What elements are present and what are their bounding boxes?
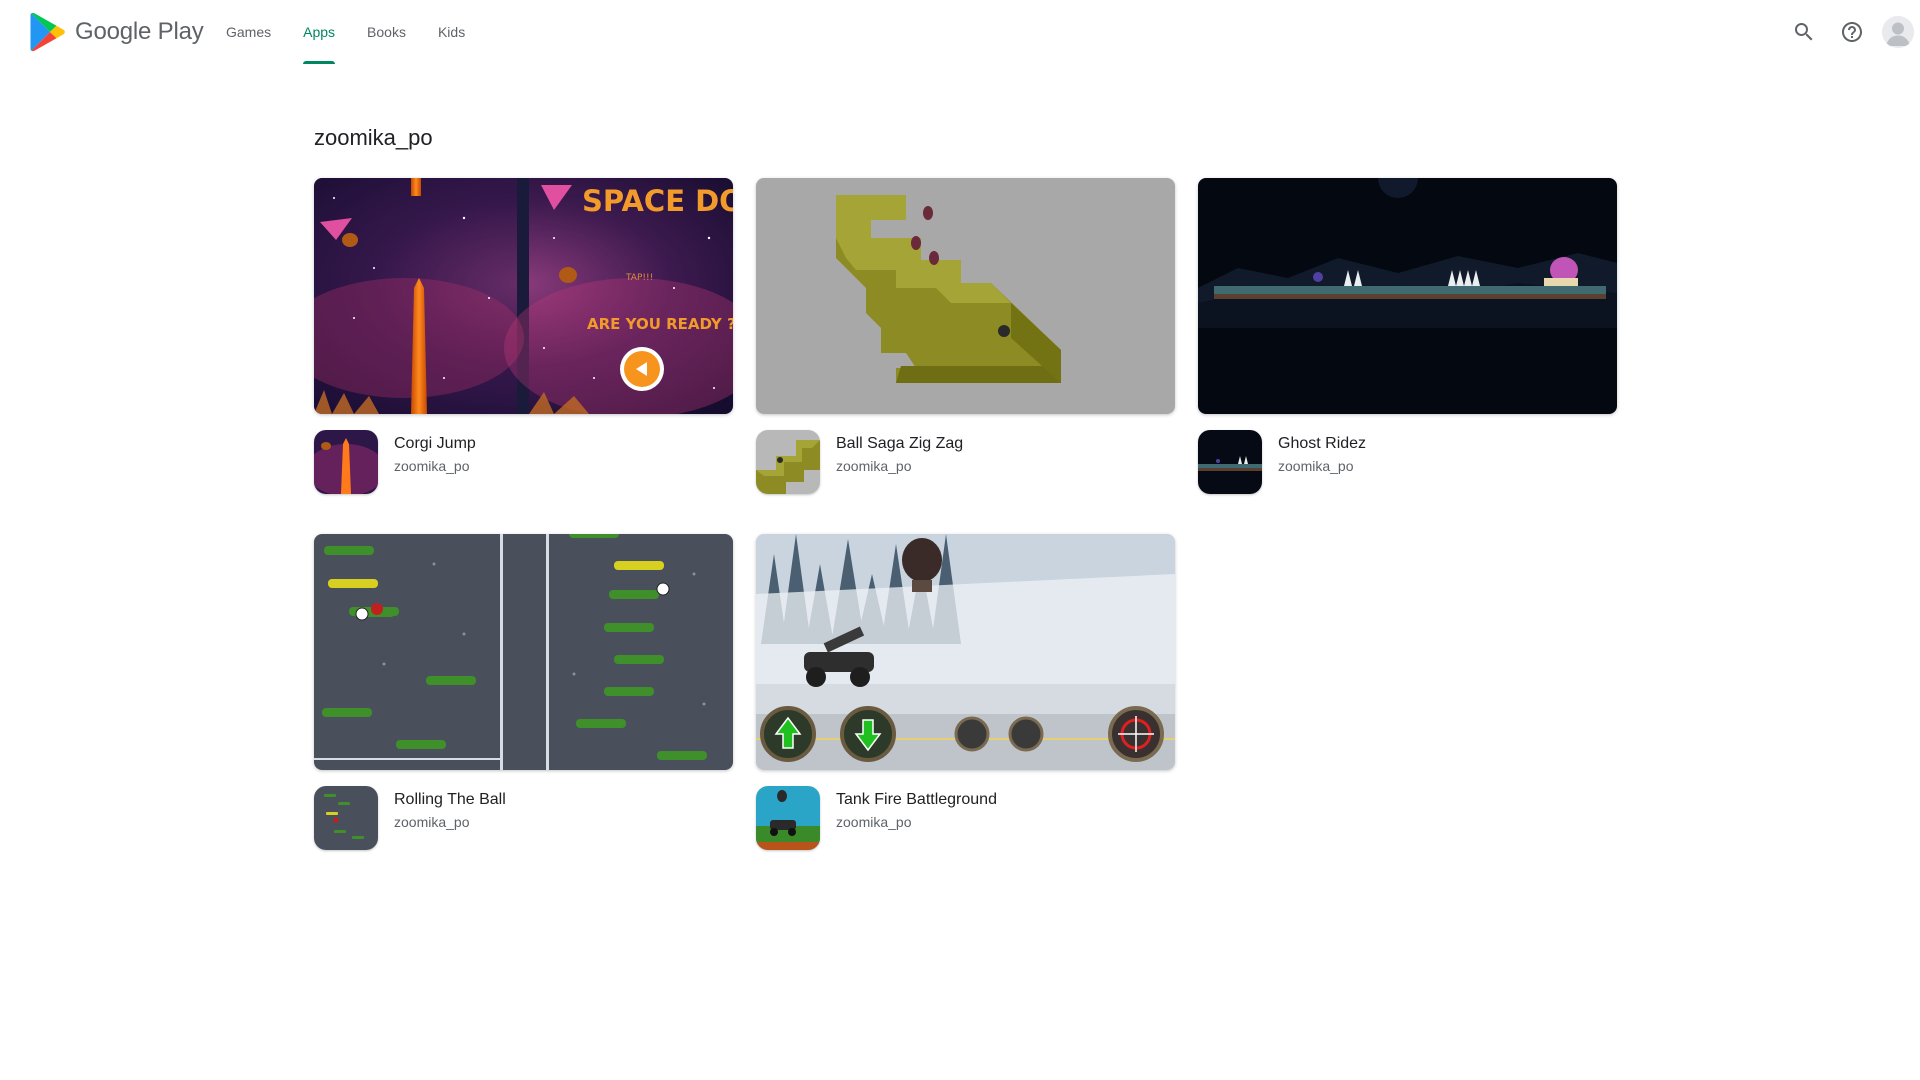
ball-saga-icon xyxy=(756,430,820,494)
app-card-tank-fire-battleground[interactable]: Tank Fire Battleground zoomika_po xyxy=(756,534,1175,890)
header-actions xyxy=(1780,0,1920,64)
space-dog-screenshot: SPACE DOG TAP!!! ARE YOU READY ? xyxy=(314,178,733,414)
app-card-ball-saga-zig-zag[interactable]: Ball Saga Zig Zag zoomika_po xyxy=(756,178,1175,534)
search-button[interactable] xyxy=(1780,8,1828,56)
app-name[interactable]: Corgi Jump xyxy=(394,432,476,456)
app-meta: Corgi Jump zoomika_po xyxy=(314,430,733,494)
app-screenshot[interactable]: SPACE DOG TAP!!! ARE YOU READY ? xyxy=(314,178,733,414)
app-card-corgi-jump[interactable]: SPACE DOG TAP!!! ARE YOU READY ? xyxy=(314,178,733,534)
developer-name[interactable]: zoomika_po xyxy=(836,456,963,476)
app-name[interactable]: Ball Saga Zig Zag xyxy=(836,432,963,456)
google-play-logo[interactable]: Google Play xyxy=(30,12,204,52)
developer-name[interactable]: zoomika_po xyxy=(394,812,506,832)
top-app-bar: Google Play Games Apps Books Kids xyxy=(0,0,1920,64)
app-screenshot[interactable] xyxy=(314,534,733,770)
brand-name: Google Play xyxy=(75,18,204,45)
tank-fire-screenshot xyxy=(756,534,1175,770)
app-meta: Ball Saga Zig Zag zoomika_po xyxy=(756,430,1175,494)
account-avatar[interactable] xyxy=(1882,16,1914,48)
app-name[interactable]: Tank Fire Battleground xyxy=(836,788,997,812)
help-icon xyxy=(1842,22,1862,42)
app-info: Ball Saga Zig Zag zoomika_po xyxy=(836,430,963,494)
app-info: Ghost Ridez zoomika_po xyxy=(1278,430,1366,494)
app-icon[interactable] xyxy=(756,786,820,850)
nav-tab-books[interactable]: Books xyxy=(351,0,422,64)
zig-zag-screenshot xyxy=(756,178,1175,414)
app-screenshot[interactable] xyxy=(756,178,1175,414)
ghost-ridez-screenshot xyxy=(1198,178,1617,414)
app-info: Rolling The Ball zoomika_po xyxy=(394,786,506,850)
ghost-ridez-icon xyxy=(1198,430,1262,494)
svg-text:SPACE DOG: SPACE DOG xyxy=(582,184,733,218)
nav-tab-games[interactable]: Games xyxy=(210,0,287,64)
svg-text:TAP!!!: TAP!!! xyxy=(625,273,653,283)
app-card-rolling-the-ball[interactable]: Rolling The Ball zoomika_po xyxy=(314,534,733,890)
app-info: Tank Fire Battleground zoomika_po xyxy=(836,786,997,850)
app-name[interactable]: Rolling The Ball xyxy=(394,788,506,812)
app-icon[interactable] xyxy=(314,786,378,850)
app-screenshot[interactable] xyxy=(756,534,1175,770)
app-grid: SPACE DOG TAP!!! ARE YOU READY ? xyxy=(314,178,1619,890)
app-icon[interactable] xyxy=(314,430,378,494)
developer-page: zoomika_po SPACE DO TAP!!! ARE YOU READY… xyxy=(314,118,1619,890)
main-nav: Games Apps Books Kids xyxy=(210,0,481,64)
app-meta: Tank Fire Battleground zoomika_po xyxy=(756,786,1175,850)
developer-name[interactable]: zoomika_po xyxy=(1278,456,1366,476)
app-card-ghost-ridez[interactable]: Ghost Ridez zoomika_po xyxy=(1198,178,1617,534)
search-icon xyxy=(1795,23,1813,41)
developer-name[interactable]: zoomika_po xyxy=(836,812,997,832)
nav-tab-kids[interactable]: Kids xyxy=(422,0,481,64)
app-name[interactable]: Ghost Ridez xyxy=(1278,432,1366,456)
tank-fire-icon xyxy=(756,786,820,850)
play-logo-icon xyxy=(30,12,65,52)
svg-text:ARE YOU READY ?: ARE YOU READY ? xyxy=(587,315,733,333)
help-button[interactable] xyxy=(1828,8,1876,56)
page-title: zoomika_po xyxy=(314,125,433,150)
app-meta: Ghost Ridez zoomika_po xyxy=(1198,430,1617,494)
developer-name[interactable]: zoomika_po xyxy=(394,456,476,476)
rolling-ball-screenshot xyxy=(314,534,733,770)
app-screenshot[interactable] xyxy=(1198,178,1617,414)
app-info: Corgi Jump zoomika_po xyxy=(394,430,476,494)
rolling-ball-icon xyxy=(314,786,378,850)
account-icon xyxy=(1882,16,1914,48)
app-icon[interactable] xyxy=(1198,430,1262,494)
nav-tab-apps[interactable]: Apps xyxy=(287,0,351,64)
app-meta: Rolling The Ball zoomika_po xyxy=(314,786,733,850)
app-icon[interactable] xyxy=(756,430,820,494)
corgi-jump-icon xyxy=(314,430,378,494)
